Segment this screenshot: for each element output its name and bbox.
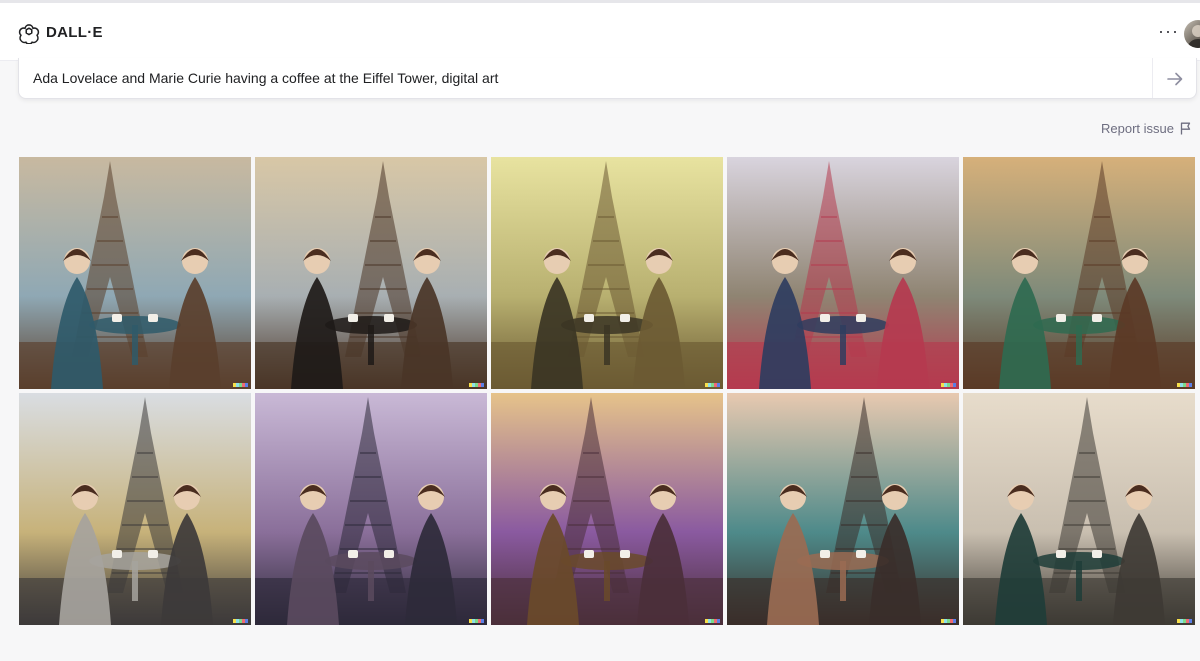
report-issue-button[interactable]: Report issue	[1101, 119, 1192, 137]
teacup	[148, 314, 158, 322]
watermark-stripe	[717, 619, 720, 623]
watermark-badge	[233, 619, 248, 623]
generated-image-4[interactable]	[727, 157, 959, 389]
generated-image-6[interactable]	[19, 393, 251, 625]
generated-image-3[interactable]	[491, 157, 723, 389]
watermark-stripe	[245, 619, 248, 623]
image-scene	[19, 157, 251, 389]
watermark-badge	[469, 383, 484, 387]
arrow-right-icon[interactable]	[1164, 68, 1186, 90]
watermark-badge	[705, 383, 720, 387]
table-leg	[368, 325, 374, 365]
generated-image-1[interactable]	[19, 157, 251, 389]
teacup	[620, 550, 630, 558]
image-scene	[491, 393, 723, 625]
teacup	[384, 550, 394, 558]
teacup	[820, 314, 830, 322]
watermark-stripe	[481, 383, 484, 387]
user-avatar[interactable]	[1184, 20, 1200, 48]
table-leg	[840, 561, 846, 601]
teacup	[620, 314, 630, 322]
teacup	[856, 314, 866, 322]
teacup	[1056, 550, 1066, 558]
teacup	[112, 550, 122, 558]
watermark-badge	[941, 383, 956, 387]
teacup	[148, 550, 158, 558]
more-horizontal-icon[interactable]: ···	[1158, 20, 1180, 42]
teacup	[584, 550, 594, 558]
watermark-badge	[705, 619, 720, 623]
generated-image-7[interactable]	[255, 393, 487, 625]
openai-logo-icon[interactable]	[18, 22, 40, 44]
image-scene	[727, 393, 959, 625]
watermark-stripe	[717, 383, 720, 387]
watermark-stripe	[953, 383, 956, 387]
teacup	[856, 550, 866, 558]
table-leg	[132, 561, 138, 601]
image-scene	[19, 393, 251, 625]
watermark-badge	[233, 383, 248, 387]
table-leg	[604, 325, 610, 365]
generated-image-10[interactable]	[963, 393, 1195, 625]
app-header: DALL·E ···	[0, 3, 1200, 61]
table-leg	[1076, 561, 1082, 601]
table-leg	[604, 561, 610, 601]
teacup	[1056, 314, 1066, 322]
image-scene	[255, 393, 487, 625]
table-leg	[840, 325, 846, 365]
teacup	[348, 314, 358, 322]
watermark-stripe	[1189, 383, 1192, 387]
generated-image-5[interactable]	[963, 157, 1195, 389]
generated-image-2[interactable]	[255, 157, 487, 389]
teacup	[584, 314, 594, 322]
watermark-badge	[469, 619, 484, 623]
app-title[interactable]: DALL·E	[46, 24, 103, 42]
image-scene	[491, 157, 723, 389]
image-scene	[255, 157, 487, 389]
report-issue-label: Report issue	[1101, 120, 1174, 136]
image-scene	[963, 157, 1195, 389]
avatar-portrait	[1187, 25, 1200, 48]
teacup	[384, 314, 394, 322]
teacup	[820, 550, 830, 558]
teacup	[1092, 314, 1102, 322]
watermark-stripe	[1189, 619, 1192, 623]
teacup	[1092, 550, 1102, 558]
generated-image-8[interactable]	[491, 393, 723, 625]
image-scene	[727, 157, 959, 389]
table-leg	[368, 561, 374, 601]
watermark-badge	[1177, 619, 1192, 623]
prompt-input[interactable]: Ada Lovelace and Marie Curie having a co…	[33, 69, 498, 87]
watermark-stripe	[245, 383, 248, 387]
watermark-stripe	[481, 619, 484, 623]
generated-image-9[interactable]	[727, 393, 959, 625]
watermark-badge	[1177, 383, 1192, 387]
flag-icon	[1180, 122, 1191, 134]
image-scene	[963, 393, 1195, 625]
watermark-badge	[941, 619, 956, 623]
table-leg	[132, 325, 138, 365]
prompt-bar: Ada Lovelace and Marie Curie having a co…	[18, 58, 1197, 99]
teacup	[348, 550, 358, 558]
watermark-stripe	[953, 619, 956, 623]
teacup	[112, 314, 122, 322]
prompt-divider	[1152, 58, 1153, 98]
table-leg	[1076, 325, 1082, 365]
